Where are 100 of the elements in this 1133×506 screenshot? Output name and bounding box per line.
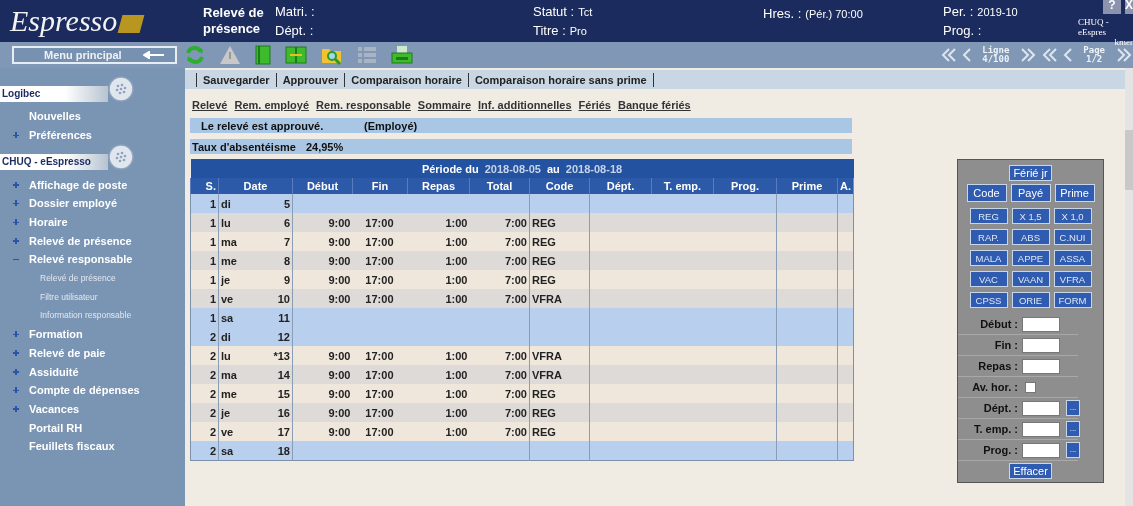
last-icon[interactable] <box>1019 47 1038 63</box>
scrollbar-thumb[interactable] <box>1125 130 1133 190</box>
period-text: 2018-08-18 <box>565 162 623 175</box>
nav-link[interactable]: Inf. additionnelles <box>478 99 572 115</box>
table-row[interactable]: 1 ma 7 9:00 17:00 1:00 7:00 REG <box>190 232 854 251</box>
code-button[interactable]: FORM <box>1053 292 1092 308</box>
code-button[interactable]: X 1,5 <box>1011 208 1050 224</box>
list-icon[interactable] <box>357 45 377 65</box>
code-button[interactable]: ORIE <box>1011 292 1050 308</box>
table-row[interactable]: 1 je 9 9:00 17:00 1:00 7:00 REG <box>190 270 854 289</box>
table-row[interactable]: 2 di 12 <box>190 327 854 346</box>
code-button[interactable]: C.NUI <box>1053 229 1092 245</box>
code-button[interactable]: VAAN <box>1011 271 1050 287</box>
table-row[interactable]: 1 di 5 <box>190 194 854 213</box>
minus-icon[interactable] <box>13 256 19 263</box>
input-field[interactable] <box>1022 442 1060 458</box>
plus-icon[interactable] <box>13 200 19 207</box>
panel-tab[interactable]: Code <box>966 184 1007 202</box>
field-label: Fin : <box>993 339 1018 351</box>
action-link[interactable]: Comparaison horaire sans prime <box>474 73 647 86</box>
plus-icon[interactable] <box>13 368 19 375</box>
table-cell: 1 <box>190 213 219 232</box>
table-cell: 7:00 <box>469 232 530 251</box>
code-button[interactable]: CPSS <box>969 292 1008 308</box>
plus-icon[interactable] <box>13 331 19 338</box>
code-button[interactable]: RAP. <box>969 229 1008 245</box>
table-row[interactable]: 1 sa 11 <box>190 308 854 327</box>
table-row[interactable]: 1 me 8 9:00 17:00 1:00 7:00 REG <box>190 251 854 270</box>
logo-mark-icon <box>117 15 145 33</box>
collapse-icon[interactable] <box>108 76 134 102</box>
plus-icon[interactable] <box>13 181 19 188</box>
table-row[interactable]: 2 je 16 9:00 17:00 1:00 7:00 REG <box>190 403 854 422</box>
checkbox[interactable] <box>1025 381 1036 393</box>
action-link[interactable]: Comparaison horaire <box>351 73 462 86</box>
table-row[interactable]: 2 sa 18 <box>190 441 854 461</box>
section-header[interactable]: Logibec <box>0 86 108 102</box>
code-button[interactable]: ASSA <box>1053 250 1092 266</box>
warning-icon[interactable] <box>219 45 241 65</box>
first-icon[interactable] <box>940 47 959 63</box>
table-cell: 7:00 <box>469 270 530 289</box>
panel-tab[interactable]: Prime <box>1054 184 1095 202</box>
column-header: Date <box>218 178 293 194</box>
code-button[interactable]: REG <box>969 208 1008 224</box>
app-logo: Espresso <box>10 4 118 38</box>
collapse-icon[interactable] <box>108 144 134 171</box>
input-field[interactable] <box>1022 421 1060 437</box>
table-row[interactable]: 2 lu *13 9:00 17:00 1:00 7:00 VFRA <box>190 346 854 365</box>
clear-button[interactable]: Effacer <box>1009 463 1052 479</box>
nav-link[interactable]: Rem. employé <box>234 99 310 115</box>
nav-link[interactable]: Banque fériés <box>618 99 691 115</box>
plus-icon[interactable] <box>13 405 19 412</box>
nav-link[interactable]: Relevé <box>192 99 228 115</box>
plus-icon[interactable] <box>13 387 19 394</box>
last-icon[interactable] <box>1115 47 1133 63</box>
table-cell: 10 <box>248 289 293 308</box>
holiday-button[interactable]: Férié jr <box>1009 165 1052 181</box>
code-button[interactable]: X 1,0 <box>1053 208 1092 224</box>
status-message: Le relevé est approuvé. <box>201 119 325 132</box>
column-header: Repas <box>407 178 470 194</box>
section-header[interactable]: CHUQ - eEspresso <box>0 154 108 171</box>
nav-link[interactable]: Rem. responsable <box>316 99 411 115</box>
input-field[interactable] <box>1022 316 1060 332</box>
field-label: Per. : <box>943 4 974 19</box>
plus-icon[interactable] <box>13 219 19 226</box>
counter-label: Ligne <box>982 46 1010 55</box>
action-link[interactable]: Sauvegarder <box>203 73 270 86</box>
lookup-button[interactable]: ... <box>1066 400 1080 416</box>
code-button[interactable]: ABS <box>1011 229 1050 245</box>
previous-icon[interactable] <box>962 47 973 63</box>
nav-link[interactable]: Sommaire <box>417 99 472 115</box>
nav-link[interactable]: Fériés <box>578 99 611 115</box>
first-icon[interactable] <box>1041 47 1060 63</box>
table-cell: 2 <box>190 346 219 365</box>
code-button[interactable]: APPE <box>1011 250 1050 266</box>
table-row[interactable]: 2 ma 14 9:00 17:00 1:00 7:00 VFRA <box>190 365 854 384</box>
plus-icon[interactable] <box>13 132 19 139</box>
table-row[interactable]: 2 ve 17 9:00 17:00 1:00 7:00 REG <box>190 422 854 441</box>
code-button[interactable]: MALA <box>969 250 1008 266</box>
input-field[interactable] <box>1022 337 1060 353</box>
panel-tab[interactable]: Payé <box>1010 184 1051 202</box>
table-row[interactable]: 2 me 15 9:00 17:00 1:00 7:00 REG <box>190 384 854 403</box>
plus-icon[interactable] <box>13 237 19 244</box>
lookup-button[interactable]: ... <box>1066 421 1080 437</box>
field-value: 2019-10 <box>977 6 1018 18</box>
previous-icon[interactable] <box>1063 47 1074 63</box>
table-cell: 11 <box>248 308 293 327</box>
code-button[interactable]: VFRA <box>1053 271 1092 287</box>
open-book-icon[interactable] <box>285 45 307 65</box>
table-row[interactable]: 1 ve 10 9:00 17:00 1:00 7:00 VFRA <box>190 289 854 308</box>
printer-icon[interactable] <box>391 45 413 65</box>
lookup-button[interactable]: ... <box>1066 442 1080 458</box>
input-field[interactable] <box>1022 400 1060 416</box>
action-link[interactable]: Approuver <box>282 73 339 86</box>
book-icon[interactable] <box>255 45 271 65</box>
status-author: (Employé) <box>364 119 418 132</box>
table-row[interactable]: 1 lu 6 9:00 17:00 1:00 7:00 REG <box>190 213 854 232</box>
input-field[interactable] <box>1022 358 1060 374</box>
plus-icon[interactable] <box>13 349 19 356</box>
table-cell: 14 <box>248 365 293 384</box>
code-button[interactable]: VAC <box>969 271 1008 287</box>
